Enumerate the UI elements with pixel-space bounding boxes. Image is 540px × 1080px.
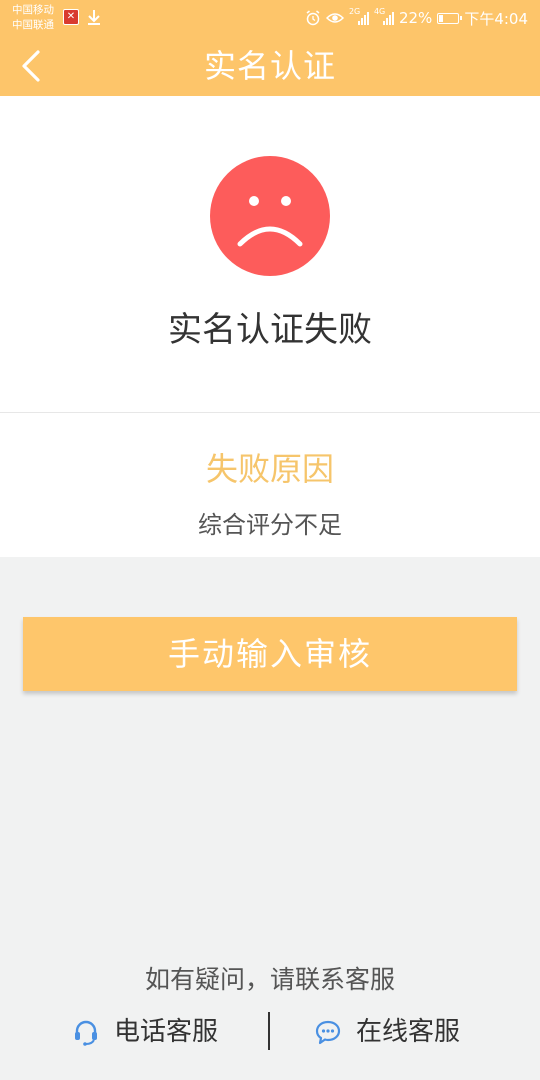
status-bar: 中国移动 中国联通 ✕ 2G 4G 22% 下午4:04: [0, 0, 540, 36]
help-prompt: 如有疑问，请联系客服: [144, 965, 395, 994]
online-support-button[interactable]: 在线客服: [314, 1012, 460, 1052]
online-support-label: 在线客服: [356, 1017, 461, 1047]
failure-reason-text: 综合评分不足: [198, 511, 342, 539]
chat-bubble-icon: [315, 1020, 341, 1045]
failure-reason-card: 失败原因 综合评分不足: [0, 413, 540, 557]
sad-face-icon: [210, 156, 330, 276]
manual-review-button[interactable]: 手动输入审核: [23, 617, 517, 691]
carrier-names: 中国移动 中国联通: [12, 3, 54, 33]
failure-reason-heading: 失败原因: [205, 450, 334, 488]
eye-icon: [325, 13, 344, 23]
battery-percent: 22%: [398, 9, 433, 27]
sim1-network-type: 2G: [348, 7, 361, 16]
carrier-1: 中国移动: [12, 4, 54, 16]
status-time: 下午4:04: [464, 9, 528, 28]
carrier-2: 中国联通: [12, 19, 54, 31]
phone-support-label: 电话客服: [114, 1017, 219, 1047]
alarm-icon: [306, 10, 320, 26]
page-title: 实名认证: [203, 47, 336, 85]
contact-row: 电话客服 在线客服: [0, 1012, 540, 1052]
sim2-network-type: 4G: [373, 7, 386, 16]
status-icons: 2G 4G 22% 下午4:04: [305, 8, 528, 28]
phone-support-button[interactable]: 电话客服: [72, 1012, 218, 1052]
result-card: 实名认证失败: [0, 96, 540, 412]
nav-bar: 实名认证: [0, 36, 540, 96]
header-background: 中国移动 中国联通 ✕ 2G 4G 22% 下午4:04 实名认证: [0, 0, 540, 96]
headset-icon: [75, 1020, 97, 1046]
result-title: 实名认证失败: [168, 310, 372, 350]
download-icon: [88, 10, 100, 25]
battery-icon: [437, 12, 463, 24]
contact-separator: [268, 1012, 270, 1050]
sim2-signal-icon: 4G: [373, 7, 394, 25]
sim1-signal-icon: 2G: [348, 7, 369, 25]
app-notification-icon: ✕: [63, 9, 79, 25]
